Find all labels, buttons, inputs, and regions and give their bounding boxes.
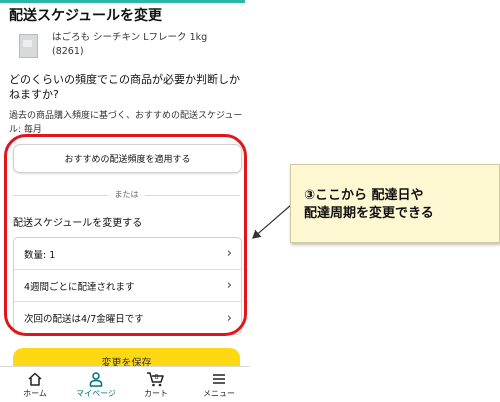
callout-line1: ③ここから 配達日や: [304, 188, 424, 203]
callout-line2: 配達周期を変更できる: [304, 206, 434, 221]
annotation-callout: ③ここから 配達日や 配達周期を変更できる: [290, 164, 500, 243]
